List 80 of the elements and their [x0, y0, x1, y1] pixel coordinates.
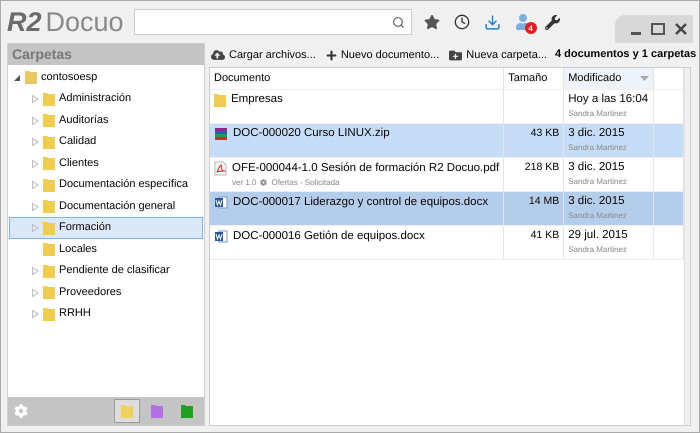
books-icon: [214, 127, 228, 142]
file-size: 41 KB: [530, 229, 560, 242]
tree-item[interactable]: Proveedores: [9, 282, 203, 304]
file-size: 218 KB: [524, 161, 560, 174]
author-name: Sandra Martinez: [568, 108, 628, 119]
folder-icon: [43, 157, 55, 170]
folder-icon: [43, 286, 55, 300]
logo-mark: R2: [7, 6, 42, 38]
minimize-icon: [631, 32, 641, 34]
file-size: 14 MB: [528, 195, 560, 208]
close-button[interactable]: [673, 21, 689, 37]
author-name: Sandra Martinez: [568, 176, 628, 187]
file-name: DOC-000016 Getión de equipos.docx: [233, 230, 425, 244]
file-name: OFE-000044-1.0 Sesión de formación R2 Docuo.pdf: [232, 162, 500, 176]
file-row[interactable]: DOC-000016 Getión de equipos.docx 41 KB 29 jul. 2015 Sandra Martinez: [210, 226, 684, 260]
tree-item[interactable]: Locales: [9, 238, 203, 260]
folder-icon: [43, 92, 55, 106]
settings-button[interactable]: [542, 12, 562, 32]
author-name: Sandra Martinez: [568, 244, 628, 255]
tree-item[interactable]: Administración: [9, 88, 203, 110]
file-name: Empresas: [231, 93, 283, 107]
gear-icon: [260, 179, 268, 186]
folder-icon: [43, 243, 55, 256]
modified-date: 3 dic. 2015: [568, 195, 626, 209]
file-size: 43 KB: [530, 127, 560, 140]
file-row[interactable]: DOC-000020 Curso LINUX.zip 43 KB 3 dic. 2015 Sandra Martinez: [210, 124, 684, 158]
file-name: DOC-000020 Curso LINUX.zip: [233, 127, 390, 142]
modified-date: 29 jul. 2015: [568, 229, 629, 243]
toolbar-button[interactable]: Cargar archivos...: [209, 48, 318, 62]
file-row[interactable]: OFE-000044-1.0 Sesión de formación R2 Docuo.pdf ver 1.0 Ofertas - Solicitada 218 KB 3 dic. 2015 Sandra Martinez: [210, 158, 684, 192]
column-header[interactable]: Modificado: [564, 68, 654, 90]
tree-item[interactable]: Auditorías: [9, 110, 203, 132]
tree-item[interactable]: contosoesp: [9, 66, 203, 88]
expander-icon[interactable]: [13, 74, 21, 82]
favorites-button[interactable]: [422, 12, 442, 32]
author-name: Sandra Martinez: [568, 142, 628, 153]
tree-item[interactable]: Documentación general: [9, 196, 203, 218]
folder-icon: [43, 222, 55, 235]
modified-date: 3 dic. 2015: [568, 127, 626, 141]
folder-icon: [214, 94, 226, 107]
folder-icon: [43, 178, 55, 192]
modified-date: Hoy a las 16:04: [568, 93, 650, 107]
file-row[interactable]: Empresas Hoy a las 16:04 Sandra Martinez: [210, 90, 684, 124]
tree-item[interactable]: Calidad: [9, 131, 203, 153]
tree-item[interactable]: RRHH: [9, 303, 203, 325]
notification-badge: 4: [524, 22, 537, 34]
folder-icon: [43, 264, 55, 278]
word-file-icon: [214, 195, 228, 210]
folder-icon: [43, 200, 55, 214]
logo-name: Docuo: [46, 6, 124, 38]
sort-icon: [640, 76, 650, 82]
scrollbar[interactable]: [684, 68, 690, 425]
toolbar-button[interactable]: Nuevo documento...: [324, 49, 442, 61]
author-name: Sandra Martinez: [568, 210, 628, 221]
history-button[interactable]: [452, 12, 472, 32]
tree-item[interactable]: Formación: [9, 217, 203, 239]
tree-item[interactable]: Pendiente de clasificar: [9, 260, 203, 282]
modified-date: 3 dic. 2015: [568, 161, 626, 175]
file-row[interactable]: DOC-000017 Liderazgo y control de equipos.docx 14 MB 3 dic. 2015 Sandra Martinez: [210, 192, 684, 226]
version-label: ver 1.0: [232, 178, 256, 188]
pdf-file-icon: [214, 161, 227, 176]
folder-icon: [43, 114, 55, 128]
tree-item[interactable]: Documentación específica: [9, 174, 203, 196]
item-count: 4 documentos y 1 carpetas: [554, 48, 696, 62]
workflow-status: Ofertas - Solicitada: [271, 178, 340, 188]
maximize-button[interactable]: [649, 21, 667, 37]
plus-icon: [326, 50, 337, 60]
file-name: DOC-000017 Liderazgo y control de equipos.docx: [233, 196, 488, 210]
search-field[interactable]: [134, 9, 412, 35]
panel-title: Carpetas: [8, 44, 204, 65]
toolbar-button[interactable]: Nueva carpeta...: [447, 48, 549, 62]
cloud-upload-icon: [211, 48, 225, 62]
tree-item[interactable]: Clientes: [9, 152, 203, 174]
cloud-folder-icon: [25, 71, 37, 84]
folder-icon: [43, 136, 55, 149]
word-file-icon: [214, 229, 228, 244]
search-icon: [392, 16, 405, 28]
folder-view-button[interactable]: [114, 399, 140, 423]
folder-icon: [43, 308, 55, 321]
folder-plus-icon: [449, 48, 462, 62]
